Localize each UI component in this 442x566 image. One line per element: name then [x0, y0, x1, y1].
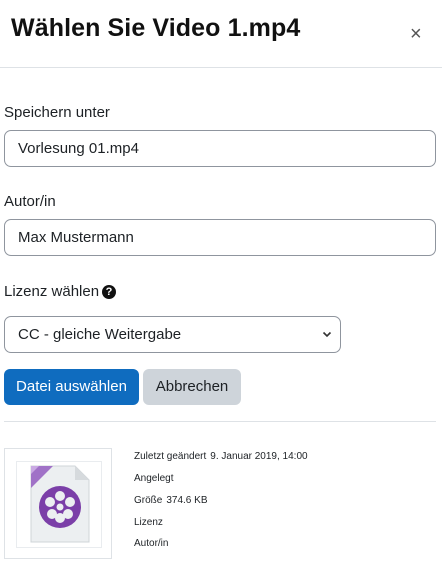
- license-label: Lizenz wählen: [4, 283, 100, 300]
- modified-row: Zuletzt geändert 9. Januar 2019, 14:00: [134, 451, 308, 463]
- author-info-label: Autor/in: [134, 538, 169, 549]
- author-input[interactable]: [4, 219, 436, 256]
- file-thumbnail: [4, 448, 112, 559]
- cancel-button[interactable]: Abbrechen: [143, 369, 241, 405]
- license-info-label: Lizenz: [134, 517, 163, 528]
- size-row: Größe 374.6 KB: [134, 495, 208, 507]
- video-file-icon: [30, 465, 90, 543]
- dialog-title: Wählen Sie Video 1.mp4: [11, 14, 301, 42]
- select-file-button[interactable]: Datei auswählen: [4, 369, 139, 405]
- modified-label: Zuletzt geändert: [134, 451, 207, 462]
- divider: [4, 421, 436, 422]
- save-as-input[interactable]: [4, 130, 436, 167]
- license-info-row: Lizenz: [134, 517, 163, 529]
- author-info-row: Autor/in: [134, 538, 168, 550]
- author-label: Autor/in: [4, 193, 56, 210]
- thumbnail-frame: [16, 461, 102, 548]
- created-row: Angelegt: [134, 473, 173, 485]
- chevron-down-icon: [322, 317, 332, 366]
- modified-value: 9. Januar 2019, 14:00: [210, 451, 308, 462]
- size-value: 374.6 KB: [166, 495, 208, 506]
- save-as-label: Speichern unter: [4, 104, 110, 121]
- license-select[interactable]: CC - gleiche Weitergabe: [4, 316, 341, 353]
- size-label: Größe: [134, 495, 163, 506]
- close-icon[interactable]: ×: [410, 24, 422, 44]
- dialog-header: Wählen Sie Video 1.mp4 ×: [0, 0, 442, 68]
- created-label: Angelegt: [134, 473, 174, 484]
- license-select-value: CC - gleiche Weitergabe: [18, 326, 182, 343]
- help-icon[interactable]: ?: [102, 285, 116, 299]
